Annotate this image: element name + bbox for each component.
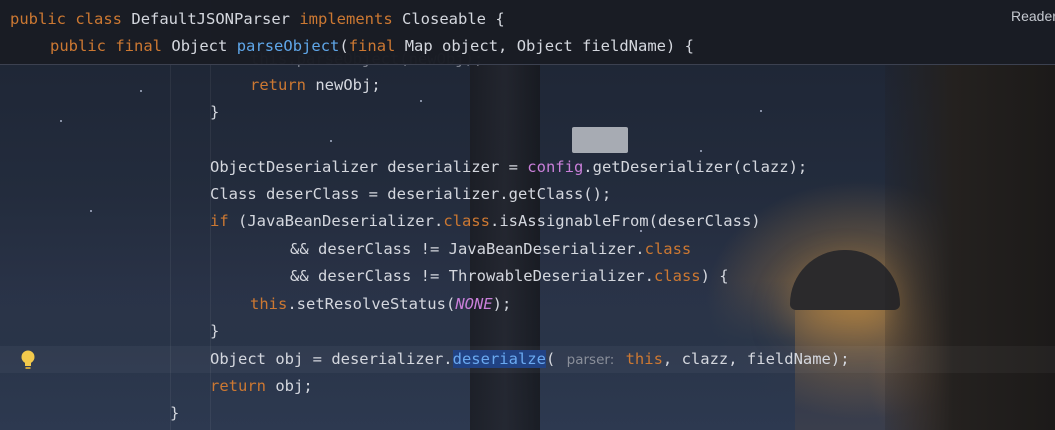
keyword: public (10, 10, 66, 28)
lightbulb-icon[interactable] (20, 349, 36, 371)
method-params: Map object, Object fieldName) { (404, 37, 695, 55)
code-line: } (210, 103, 220, 121)
code-line: } (210, 322, 220, 340)
reader-mode-button[interactable]: Reader Mode (1011, 8, 1055, 24)
code-line-current: Object obj = deserializer.deserialze( pa… (210, 346, 850, 373)
keyword: if (210, 212, 229, 230)
keyword: this (625, 350, 663, 368)
class-name: DefaultJSONParser (131, 10, 290, 28)
keyword: public (50, 37, 106, 55)
code-text: obj; (266, 377, 313, 395)
code-text: ); (492, 295, 512, 313)
code-text: ( (545, 350, 556, 368)
code-text: && deserClass != ThrowableDeserializer. (290, 267, 654, 285)
keyword: implements (299, 10, 393, 28)
code-line: && deserClass != JavaBeanDeserializer.cl… (290, 236, 691, 263)
parameter-hint: parser: (566, 352, 615, 368)
return-type: Object (171, 37, 228, 55)
code-line: if (JavaBeanDeserializer.class.isAssigna… (210, 208, 761, 235)
code-line: return obj; (210, 373, 313, 400)
sticky-class-line[interactable]: public class DefaultJSONParser implement… (10, 6, 505, 33)
code-text: .getDeserializer(clazz); (583, 158, 808, 176)
field-ref: config (527, 158, 584, 176)
code-line: return newObj; (250, 72, 381, 99)
code-text: ) { (700, 267, 729, 285)
keyword: class (653, 267, 701, 285)
keyword: this (250, 295, 288, 313)
code-text: && deserClass != JavaBeanDeserializer. (290, 240, 645, 258)
selected-method[interactable]: deserialze (452, 350, 546, 368)
code-text: , clazz, fieldName); (662, 350, 850, 368)
keyword: class (644, 240, 692, 258)
paren: ( (339, 37, 349, 55)
code-text: .isAssignableFrom(deserClass) (489, 212, 761, 230)
keyword: final (115, 37, 163, 55)
sticky-method-line[interactable]: public final Object parseObject(final Ma… (50, 33, 694, 60)
keyword: class (75, 10, 123, 28)
sticky-scroll-header[interactable]: public class DefaultJSONParser implement… (0, 0, 1055, 65)
code-text: ObjectDeserializer deserializer = (210, 158, 528, 176)
method-name: parseObject (236, 37, 340, 55)
code-line: this.setResolveStatus(NONE); (250, 291, 511, 318)
code-line: && deserClass != ThrowableDeserializer.c… (290, 263, 729, 290)
code-text: Object obj = deserializer. (210, 350, 453, 368)
code-line: ObjectDeserializer deserializer = config… (210, 154, 807, 181)
code-line: Class deserClass = deserializer.getClass… (210, 185, 612, 203)
keyword: class (443, 212, 490, 230)
code-text: .setResolveStatus( (287, 295, 456, 313)
interface-name: Closeable { (402, 10, 505, 28)
code-text: (JavaBeanDeserializer. (228, 212, 444, 230)
keyword: return (250, 76, 306, 94)
keyword: return (210, 377, 266, 395)
code-text: newObj; (306, 76, 381, 94)
keyword: final (348, 37, 396, 55)
code-line: } (170, 404, 180, 422)
constant: NONE (455, 295, 493, 313)
